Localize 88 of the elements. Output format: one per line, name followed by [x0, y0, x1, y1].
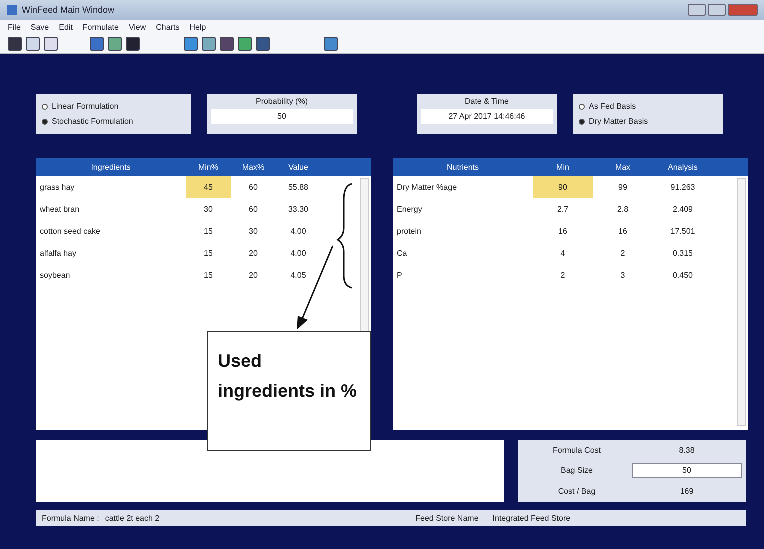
scrollbar[interactable]: [737, 178, 746, 426]
column-header: Nutrients: [446, 162, 480, 172]
table-cell-text: 33.30: [287, 204, 310, 216]
column-header: Max: [614, 162, 632, 172]
cost-label: Cost / Bag: [557, 486, 597, 496]
status-label: Feed Store Name: [416, 514, 479, 522]
table-cell-text: soybean: [39, 270, 72, 282]
radio-button[interactable]: [42, 118, 48, 124]
table-cell-text: 17.501: [670, 226, 696, 238]
column-header: Max%: [241, 162, 266, 172]
date-time-field: 27 Apr 2017 14:46:46: [421, 109, 553, 124]
table-cell-text: 2.7: [556, 204, 570, 216]
column-header: Min%: [197, 162, 220, 172]
table-cell-text: 2.8: [616, 204, 630, 216]
radio-label: Linear Formulation: [52, 102, 119, 111]
radio-option[interactable]: Linear Formulation: [42, 102, 185, 111]
radio-label: As Fed Basis: [589, 102, 636, 111]
cost-label: Formula Cost: [552, 446, 602, 456]
table-cell-text: alfalfa hay: [39, 248, 78, 260]
table-cell-text: 20: [248, 248, 259, 260]
menu-item[interactable]: File: [8, 22, 21, 32]
table-cell-text: 60: [248, 204, 259, 216]
table-cell-text: P: [396, 270, 404, 282]
table-cell: 90: [533, 176, 593, 198]
table-cell-text: 99: [618, 182, 628, 194]
table-cell-text: 15: [203, 226, 214, 238]
table-cell-text: 0.315: [672, 248, 694, 260]
table-cell-text: 16: [558, 226, 568, 238]
radio-button[interactable]: [42, 104, 48, 110]
column-header: Ingredients: [90, 162, 132, 172]
table-cell-text: 3: [620, 270, 626, 282]
table-cell-text: 20: [248, 270, 259, 282]
menu-item[interactable]: Edit: [59, 22, 73, 32]
menu-item[interactable]: Help: [190, 22, 206, 32]
cost-value: 8.38: [678, 445, 696, 458]
table-cell-text: 16: [618, 226, 628, 238]
table-cell-text: 30: [248, 226, 259, 238]
table-cell-text: Energy: [396, 204, 424, 216]
table-cell-text: cotton seed cake: [39, 226, 102, 238]
cost-field[interactable]: 50: [632, 463, 742, 478]
radio-option[interactable]: Dry Matter Basis: [579, 117, 717, 126]
table-cell: 45: [186, 176, 231, 198]
table-cell-text: 55.88: [287, 182, 310, 194]
table-cell-text: 15: [203, 248, 214, 260]
status-label: Formula Name :: [42, 514, 100, 522]
column-header: Analysis: [667, 162, 699, 172]
probability-field[interactable]: 50: [211, 109, 353, 124]
minimize-button[interactable]: [688, 4, 706, 16]
menu-item[interactable]: Charts: [156, 22, 180, 32]
menu-item[interactable]: Save: [30, 22, 50, 32]
table-cell-text: 4.00: [290, 248, 308, 260]
table-cell-text: 4: [560, 248, 566, 260]
radio-label: Dry Matter Basis: [589, 117, 648, 126]
maximize-button[interactable]: [708, 4, 726, 16]
radio-button[interactable]: [579, 104, 585, 110]
radio-option[interactable]: As Fed Basis: [579, 102, 717, 111]
window-title: WinFeed Main Window: [22, 5, 115, 15]
cost-label: Bag Size: [560, 466, 594, 476]
table-cell-text: 91.263: [670, 182, 696, 194]
menu-item[interactable]: View: [128, 22, 146, 32]
table-cell-text: 0.450: [672, 270, 694, 282]
radio-label: Stochastic Formulation: [52, 117, 134, 126]
table-cell-text: 2.409: [672, 204, 694, 216]
column-header: Value: [288, 162, 310, 172]
cost-value: 169: [679, 486, 695, 498]
column-header: Min: [556, 162, 570, 172]
table-cell-text: grass hay: [39, 182, 76, 194]
field-label: Date & Time: [464, 97, 510, 106]
radio-option[interactable]: Stochastic Formulation: [42, 117, 185, 126]
menu-item[interactable]: Formulate: [82, 22, 119, 32]
table-cell-text: 4.05: [290, 270, 308, 282]
table-cell-text: protein: [396, 226, 422, 238]
table-cell-text: 15: [203, 270, 214, 282]
table-cell-text: wheat bran: [39, 204, 81, 216]
radio-button[interactable]: [579, 118, 585, 124]
table-cell-text: 2: [560, 270, 566, 282]
callout-tooltip: Used ingredients in %: [207, 331, 371, 451]
table-cell-text: 60: [248, 182, 259, 194]
table-cell-text: 30: [203, 204, 214, 216]
table-cell-text: Dry Matter %age: [396, 182, 458, 194]
app-icon: [6, 4, 18, 16]
notes-field[interactable]: [36, 440, 504, 502]
status-value: cattle 2t each 2: [105, 514, 160, 522]
table-cell-text: 2: [620, 248, 626, 260]
table-cell-text: 4.00: [290, 226, 308, 238]
field-label: Probability (%): [254, 97, 309, 106]
table-cell-text: Ca: [396, 248, 408, 260]
status-value: Integrated Feed Store: [492, 514, 571, 522]
